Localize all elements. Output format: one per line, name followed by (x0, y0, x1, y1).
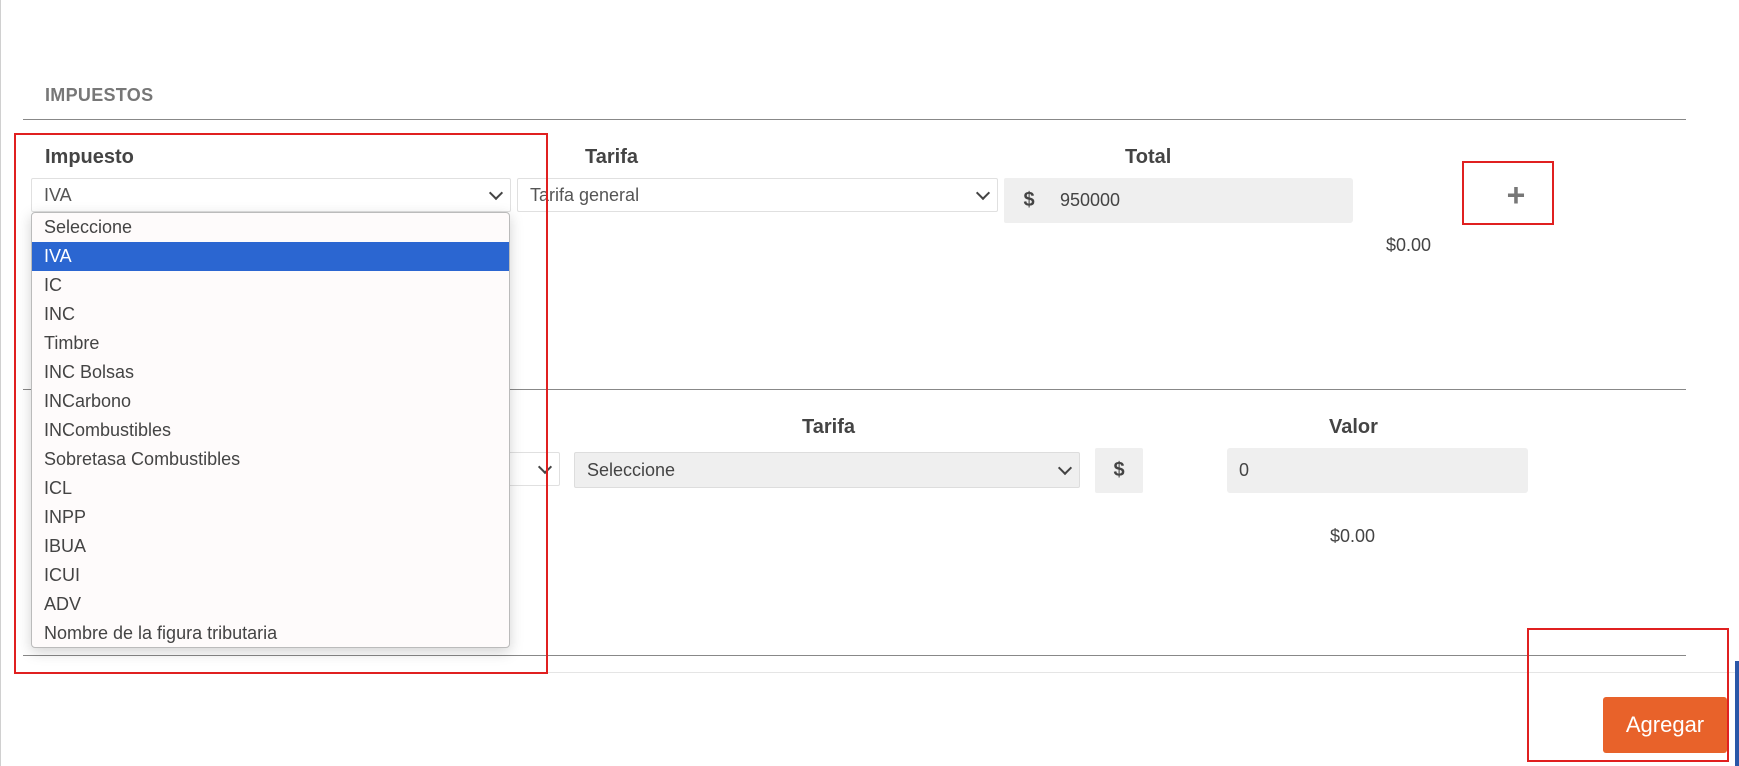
tarifa-label-2: Tarifa (802, 416, 855, 438)
tarifa-select-2-value: Seleccione (587, 459, 676, 480)
tarifa-label: Tarifa (585, 146, 638, 168)
edge-bar (1735, 661, 1739, 766)
valor-label: Valor (1329, 416, 1378, 438)
total-label: Total (1125, 146, 1172, 168)
tarifa-select[interactable]: Tarifa general (517, 178, 998, 212)
total-input[interactable]: 950000 (1048, 178, 1353, 223)
highlight-box-add (1462, 161, 1554, 225)
highlight-box-impuesto (14, 133, 548, 674)
valor-amount: $0.00 (1330, 526, 1376, 546)
left-border (0, 0, 1, 766)
tax-amount: $0.00 (1386, 235, 1432, 255)
section-divider (23, 119, 1686, 120)
tarifa-select-2[interactable]: Seleccione (574, 452, 1080, 488)
chevron-down-icon (1057, 460, 1073, 476)
valor-input[interactable]: 0 (1227, 448, 1528, 493)
currency-addon: $ (1004, 178, 1054, 223)
section-title: IMPUESTOS (45, 85, 154, 105)
chevron-down-icon (975, 185, 991, 201)
currency-addon-2: $ (1095, 448, 1143, 493)
highlight-box-agregar (1527, 628, 1729, 762)
